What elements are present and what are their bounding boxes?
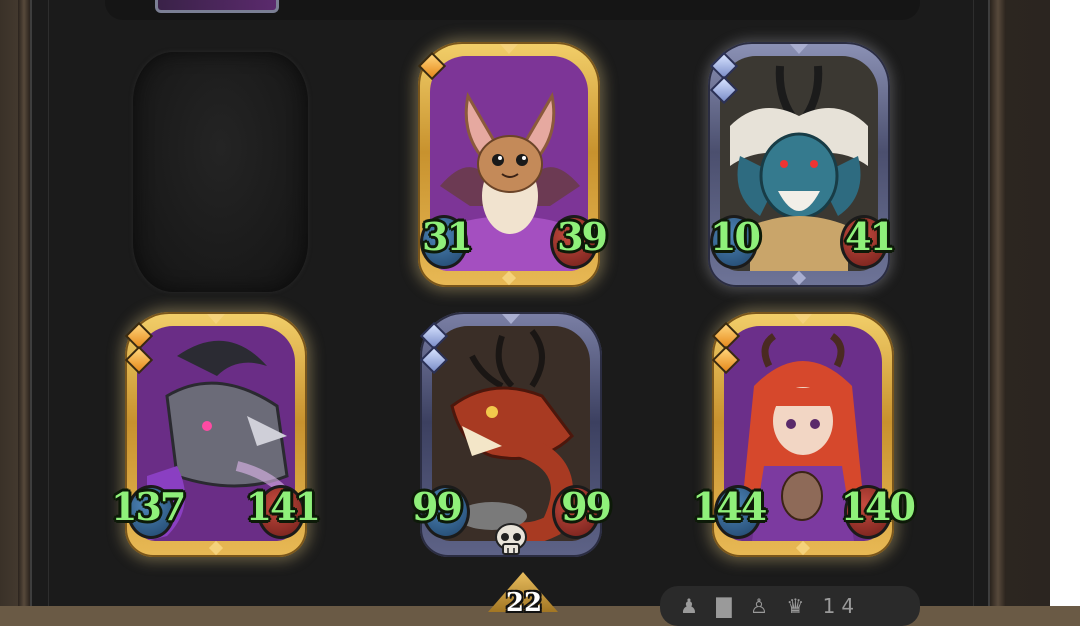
- minion-card-bat[interactable]: 31 39: [417, 42, 608, 287]
- right-edge-strip: [1050, 0, 1080, 606]
- card-top-notch: [207, 314, 225, 324]
- attack-value: 144: [692, 484, 767, 529]
- frame-rail-left: [18, 0, 30, 606]
- card-top-notch: [500, 44, 518, 54]
- card-top-notch: [790, 44, 808, 54]
- skull-icon: [495, 523, 527, 555]
- health-value: 41: [845, 214, 896, 259]
- minion-card-shadow-dragon[interactable]: 137 141: [111, 312, 321, 557]
- attack-value: 10: [710, 214, 761, 259]
- attack-value: 137: [111, 484, 186, 529]
- minion-card-dragon-girl[interactable]: 144 140: [692, 312, 916, 557]
- health-value: 99: [561, 484, 612, 529]
- card-top-notch: [502, 314, 520, 324]
- card-bottom-notch: [795, 540, 811, 556]
- card-bottom-notch: [791, 270, 807, 286]
- card-bottom-notch: [501, 270, 517, 286]
- health-value: 141: [245, 484, 321, 529]
- attack-value: 31: [422, 214, 473, 259]
- empty-minion-slot[interactable]: [133, 52, 308, 292]
- frame-rail-right: [990, 0, 1006, 606]
- card-top-notch: [794, 314, 812, 324]
- top-card-thumbnail[interactable]: [155, 0, 279, 13]
- attack-value: 99: [412, 484, 463, 529]
- minion-card-frost-dragon[interactable]: 10 41: [708, 42, 896, 287]
- health-value: 140: [840, 484, 916, 529]
- card-bottom-notch: [208, 540, 224, 556]
- bottom-panel-text: ♟ ▇ ♙ ♛ 14: [680, 594, 861, 618]
- tier-count: 22: [505, 588, 543, 618]
- health-value: 39: [557, 214, 608, 259]
- minion-card-fire-dragon[interactable]: 99 99: [412, 312, 612, 557]
